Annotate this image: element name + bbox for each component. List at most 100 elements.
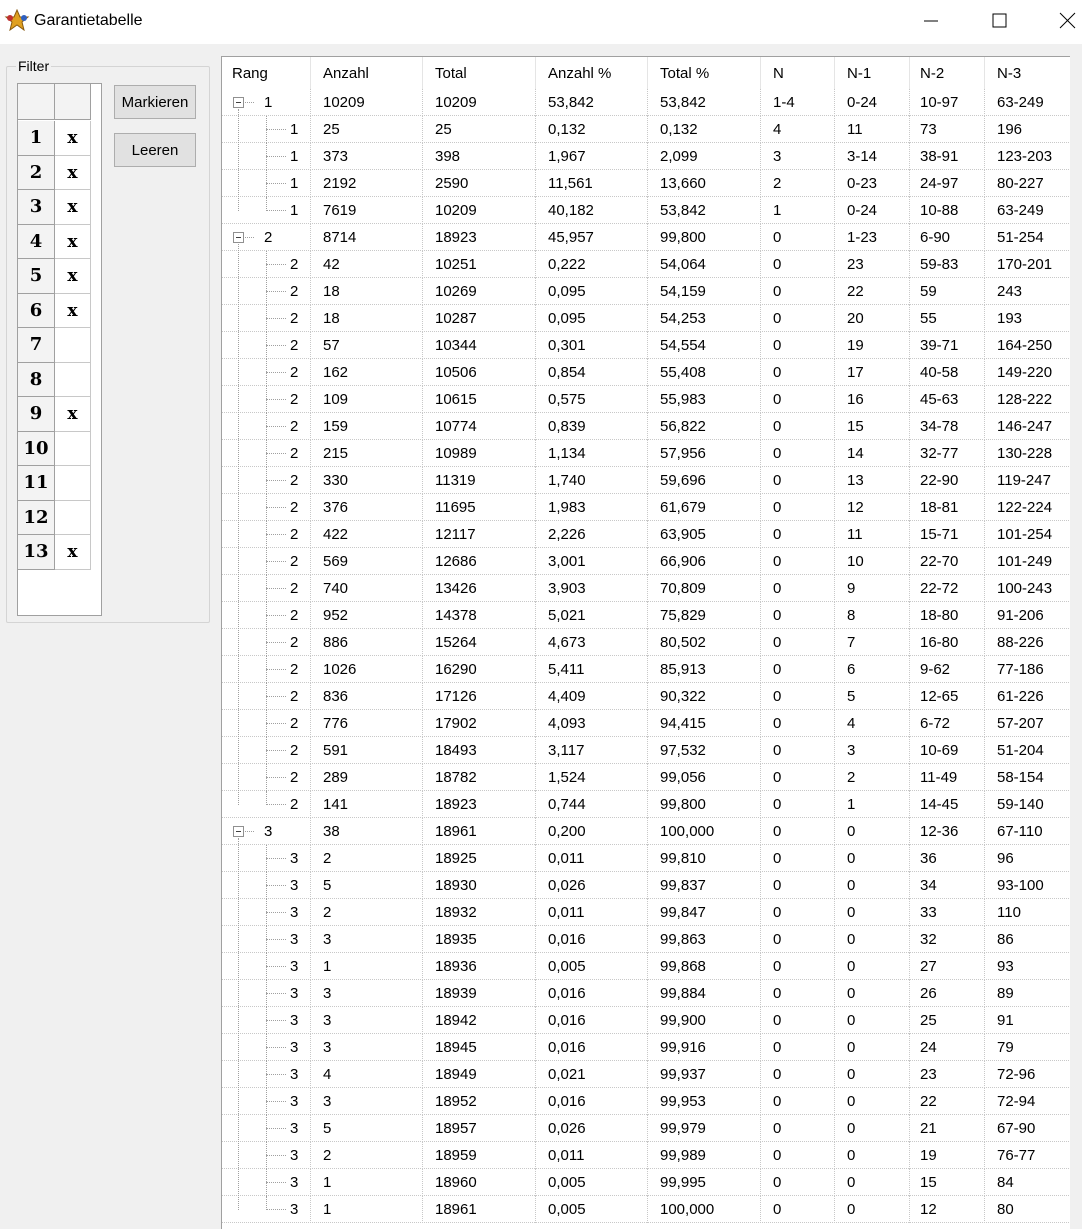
filter-row-mark[interactable] [55,328,91,363]
maximize-button[interactable] [976,0,1022,44]
table-row[interactable]: 2 330 11319 1,740 59,696 0 13 22-90 119-247 [222,467,1070,494]
col-n-header[interactable]: N [761,57,835,89]
col-total-pct-header[interactable]: Total % [648,57,761,89]
filter-row-mark[interactable]: x [55,259,91,294]
guarantee-table[interactable]: Rang Anzahl Total Anzahl % Total % N N-1 N-2 N-3… [221,56,1070,1229]
table-row[interactable]: 1 7619 10209 40,182 53,842 1 0-24 10-88 63-249 [222,197,1070,224]
cell-anzahl-pct: 0,021 [536,1061,648,1088]
table-row[interactable]: 3 2 18959 0,011 99,989 0 0 19 76-77 [222,1142,1070,1169]
cell-rang: 2 [222,467,311,494]
table-row[interactable]: 3 2 18925 0,011 99,810 0 0 36 96 [222,845,1070,872]
table-row[interactable]: 2 422 12117 2,226 63,905 0 11 15-71 101-254 [222,521,1070,548]
filter-row[interactable]: 2x [18,155,91,190]
table-row[interactable]: 3 4 18949 0,021 99,937 0 0 23 72-96 [222,1061,1070,1088]
minimize-button[interactable] [908,0,954,44]
filter-row-mark[interactable]: x [55,121,91,156]
table-row[interactable]: 3 1 18961 0,005 100,000 0 0 12 80 [222,1196,1070,1223]
cell-rang: 1 [222,170,311,197]
table-row[interactable]: 3 1 18936 0,005 99,868 0 0 27 93 [222,953,1070,980]
leeren-button[interactable]: Leeren [114,133,196,167]
filter-row[interactable]: 4x [18,224,91,259]
table-row[interactable]: 2 159 10774 0,839 56,822 0 15 34-78 146-247 [222,413,1070,440]
filter-grid[interactable]: 1 x 2 x 3 x 4 x 5 x 6 x 7 8 9 x 10 11 12 13 x [17,83,102,616]
table-row[interactable]: 2 376 11695 1,983 61,679 0 12 18-81 122-224 [222,494,1070,521]
table-row[interactable]: 3 5 18930 0,026 99,837 0 0 34 93-100 [222,872,1070,899]
col-anzahl-header[interactable]: Anzahl [311,57,423,89]
filter-row[interactable]: 3x [18,190,91,225]
table-row[interactable]: 2 141 18923 0,744 99,800 0 1 14-45 59-140 [222,791,1070,818]
filter-row-mark[interactable] [55,466,91,501]
filter-row[interactable]: 1x [18,121,91,156]
table-row[interactable]: 3 2 18932 0,011 99,847 0 0 33 110 [222,899,1070,926]
table-group-row[interactable]: 3 38 18961 0,200 100,000 0 0 12-36 67-110 [222,818,1070,845]
cell-n: 0 [761,845,835,872]
col-n-2-header[interactable]: N-2 [910,57,985,89]
filter-row-mark[interactable]: x [55,293,91,328]
table-row[interactable]: 2 836 17126 4,409 90,322 0 5 12-65 61-226 [222,683,1070,710]
tree-line [266,750,286,751]
col-total-header[interactable]: Total [423,57,536,89]
filter-row-mark[interactable] [55,362,91,397]
collapse-icon[interactable] [233,97,244,108]
cell-n: 0 [761,1007,835,1034]
collapse-icon[interactable] [233,826,244,837]
table-row[interactable]: 1 2192 2590 11,561 13,660 2 0-23 24-97 80-227 [222,170,1070,197]
table-row[interactable]: 2 591 18493 3,117 97,532 0 3 10-69 51-204 [222,737,1070,764]
filter-row-mark[interactable] [55,431,91,466]
table-row[interactable]: 2 18 10287 0,095 54,253 0 20 55 193 [222,305,1070,332]
filter-row[interactable]: 11 [18,466,91,501]
filter-row-mark[interactable]: x [55,535,91,570]
table-group-row[interactable]: 2 8714 18923 45,957 99,800 0 1-23 6-90 51-254 [222,224,1070,251]
table-row[interactable]: 2 886 15264 4,673 80,502 0 7 16-80 88-226 [222,629,1070,656]
table-row[interactable]: 2 569 12686 3,001 66,906 0 10 22-70 101-249 [222,548,1070,575]
filter-row[interactable]: 8 [18,362,91,397]
table-row[interactable]: 3 3 18935 0,016 99,863 0 0 32 86 [222,926,1070,953]
filter-row-mark[interactable]: x [55,190,91,225]
table-group-row[interactable]: 1 10209 10209 53,842 53,842 1-4 0-24 10-97 63-24… [222,89,1070,116]
cell-n-2: 33 [910,899,985,926]
table-row[interactable]: 1 25 25 0,132 0,132 4 11 73 196 [222,116,1070,143]
cell-anzahl-pct: 0,016 [536,1007,648,1034]
filter-row-mark[interactable] [55,500,91,535]
filter-row[interactable]: 12 [18,500,91,535]
cell-n-3: 101-249 [997,553,1053,570]
markieren-button[interactable]: Markieren [114,85,196,119]
col-anzahl-pct-header[interactable]: Anzahl % [536,57,648,89]
table-row[interactable]: 2 42 10251 0,222 54,064 0 23 59-83 170-201 [222,251,1070,278]
filter-row[interactable]: 10 [18,431,91,466]
table-row[interactable]: 3 1 18960 0,005 99,995 0 0 15 84 [222,1169,1070,1196]
close-button[interactable] [1044,0,1082,44]
col-n-3-header[interactable]: N-3 [985,57,1070,89]
table-row[interactable]: 2 162 10506 0,854 55,408 0 17 40-58 149-220 [222,359,1070,386]
table-row[interactable]: 3 3 18952 0,016 99,953 0 0 22 72-94 [222,1088,1070,1115]
table-row[interactable]: 2 289 18782 1,524 99,056 0 2 11-49 58-154 [222,764,1070,791]
table-row[interactable]: 2 776 17902 4,093 94,415 0 4 6-72 57-207 [222,710,1070,737]
cell-n-2: 21 [910,1115,985,1142]
cell-n-3: 196 [997,121,1023,138]
table-row[interactable]: 2 57 10344 0,301 54,554 0 19 39-71 164-250 [222,332,1070,359]
filter-row[interactable]: 13 x [18,535,91,570]
filter-row[interactable]: 6x [18,293,91,328]
table-row[interactable]: 1 373 398 1,967 2,099 3 3-14 38-91 123-203 [222,143,1070,170]
table-row[interactable]: 2 952 14378 5,021 75,829 0 8 18-80 91-206 [222,602,1070,629]
table-row[interactable]: 2 740 13426 3,903 70,809 0 9 22-72 100-243 [222,575,1070,602]
col-n-1-header[interactable]: N-1 [835,57,910,89]
filter-row[interactable]: 9x [18,397,91,432]
collapse-icon[interactable] [233,232,244,243]
cell-total: 11695 [423,494,536,521]
table-row[interactable]: 3 3 18939 0,016 99,884 0 0 26 89 [222,980,1070,1007]
filter-row[interactable]: 7 [18,328,91,363]
filter-row-mark[interactable]: x [55,397,91,432]
table-row[interactable]: 2 18 10269 0,095 54,159 0 22 59 243 [222,278,1070,305]
table-row[interactable]: 2 1026 16290 5,411 85,913 0 6 9-62 77-186 [222,656,1070,683]
table-row[interactable]: 2 109 10615 0,575 55,983 0 16 45-63 128-222 [222,386,1070,413]
table-row[interactable]: 2 215 10989 1,134 57,956 0 14 32-77 130-228 [222,440,1070,467]
filter-row[interactable]: 5x [18,259,91,294]
col-rang-header[interactable]: Rang [222,57,311,89]
table-row[interactable]: 3 5 18957 0,026 99,979 0 0 21 67-90 [222,1115,1070,1142]
filter-row-mark[interactable]: x [55,224,91,259]
filter-row-mark[interactable]: x [55,155,91,190]
cell-anzahl: 1 [311,1169,423,1196]
table-row[interactable]: 3 3 18942 0,016 99,900 0 0 25 91 [222,1007,1070,1034]
table-row[interactable]: 3 3 18945 0,016 99,916 0 0 24 79 [222,1034,1070,1061]
